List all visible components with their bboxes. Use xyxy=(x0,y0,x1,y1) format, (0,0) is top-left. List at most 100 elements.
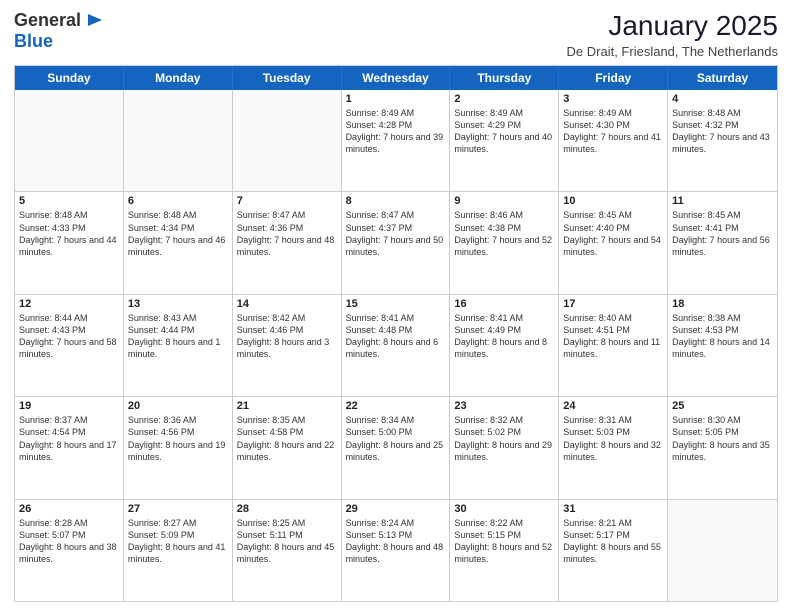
day-number: 14 xyxy=(237,298,337,310)
logo-blue-text: Blue xyxy=(14,32,106,52)
calendar-cell: 3 Sunrise: 8:49 AM Sunset: 4:30 PM Daylig… xyxy=(559,90,668,191)
week-row-5: 26 Sunrise: 8:28 AM Sunset: 5:07 PM Dayli… xyxy=(15,500,777,601)
day-number: 31 xyxy=(563,503,663,515)
calendar-cell: 21 Sunrise: 8:35 AM Sunset: 4:58 PM Dayli… xyxy=(233,397,342,498)
header-day-saturday: Saturday xyxy=(668,66,777,90)
week-row-1: 1 Sunrise: 8:49 AM Sunset: 4:28 PM Daylig… xyxy=(15,90,777,192)
cell-info: Sunrise: 8:49 AM Sunset: 4:28 PM Dayligh… xyxy=(346,107,446,156)
cell-info: Sunrise: 8:28 AM Sunset: 5:07 PM Dayligh… xyxy=(19,517,119,566)
cell-info: Sunrise: 8:47 AM Sunset: 4:37 PM Dayligh… xyxy=(346,209,446,258)
calendar-cell: 29Sunrise: 8:24 AM Sunset: 5:13 PM Dayli… xyxy=(342,500,451,601)
calendar-cell: 16 Sunrise: 8:41 AM Sunset: 4:49 PM Dayli… xyxy=(450,295,559,396)
logo: General Blue xyxy=(14,10,106,52)
cell-info: Sunrise: 8:32 AM Sunset: 5:02 PM Dayligh… xyxy=(454,414,554,463)
calendar-cell xyxy=(15,90,124,191)
calendar-cell: 18 Sunrise: 8:38 AM Sunset: 4:53 PM Dayli… xyxy=(668,295,777,396)
header-day-wednesday: Wednesday xyxy=(342,66,451,90)
calendar-cell: 2 Sunrise: 8:49 AM Sunset: 4:29 PM Daylig… xyxy=(450,90,559,191)
cell-info: Sunrise: 8:48 AM Sunset: 4:33 PM Dayligh… xyxy=(19,209,119,258)
page: General Blue January 2025 De Drait, Frie… xyxy=(0,0,792,612)
day-number: 29 xyxy=(346,503,446,515)
day-number: 23 xyxy=(454,400,554,412)
calendar-cell: 27 Sunrise: 8:27 AM Sunset: 5:09 PM Dayli… xyxy=(124,500,233,601)
logo-general-text: General xyxy=(14,11,81,31)
calendar-cell: 23 Sunrise: 8:32 AM Sunset: 5:02 PM Dayli… xyxy=(450,397,559,498)
day-number: 9 xyxy=(454,195,554,207)
day-number: 25 xyxy=(672,400,773,412)
cell-info: Sunrise: 8:48 AM Sunset: 4:32 PM Dayligh… xyxy=(672,107,773,156)
cell-info: Sunrise: 8:45 AM Sunset: 4:41 PM Dayligh… xyxy=(672,209,773,258)
calendar-cell: 28Sunrise: 8:25 AM Sunset: 5:11 PM Dayli… xyxy=(233,500,342,601)
day-number: 21 xyxy=(237,400,337,412)
calendar: SundayMondayTuesdayWednesdayThursdayFrid… xyxy=(14,65,778,602)
calendar-cell: 17 Sunrise: 8:40 AM Sunset: 4:51 PM Dayli… xyxy=(559,295,668,396)
day-number: 3 xyxy=(563,93,663,105)
calendar-cell: 6Sunrise: 8:48 AM Sunset: 4:34 PM Daylig… xyxy=(124,192,233,293)
day-number: 26 xyxy=(19,503,119,515)
cell-info: Sunrise: 8:31 AM Sunset: 5:03 PM Dayligh… xyxy=(563,414,663,463)
header-day-tuesday: Tuesday xyxy=(233,66,342,90)
cell-info: Sunrise: 8:41 AM Sunset: 4:48 PM Dayligh… xyxy=(346,312,446,361)
day-number: 4 xyxy=(672,93,773,105)
calendar-cell xyxy=(124,90,233,191)
cell-info: Sunrise: 8:38 AM Sunset: 4:53 PM Dayligh… xyxy=(672,312,773,361)
day-number: 24 xyxy=(563,400,663,412)
cell-info: Sunrise: 8:47 AM Sunset: 4:36 PM Dayligh… xyxy=(237,209,337,258)
calendar-cell: 4 Sunrise: 8:48 AM Sunset: 4:32 PM Daylig… xyxy=(668,90,777,191)
calendar-cell: 30Sunrise: 8:22 AM Sunset: 5:15 PM Dayli… xyxy=(450,500,559,601)
calendar-cell: 26 Sunrise: 8:28 AM Sunset: 5:07 PM Dayli… xyxy=(15,500,124,601)
day-number: 1 xyxy=(346,93,446,105)
location: De Drait, Friesland, The Netherlands xyxy=(567,44,778,59)
calendar-cell: 15 Sunrise: 8:41 AM Sunset: 4:48 PM Dayli… xyxy=(342,295,451,396)
cell-info: Sunrise: 8:35 AM Sunset: 4:58 PM Dayligh… xyxy=(237,414,337,463)
calendar-cell: 12Sunrise: 8:44 AM Sunset: 4:43 PM Dayli… xyxy=(15,295,124,396)
cell-info: Sunrise: 8:34 AM Sunset: 5:00 PM Dayligh… xyxy=(346,414,446,463)
day-number: 17 xyxy=(563,298,663,310)
calendar-cell: 9 Sunrise: 8:46 AM Sunset: 4:38 PM Daylig… xyxy=(450,192,559,293)
day-number: 2 xyxy=(454,93,554,105)
cell-info: Sunrise: 8:46 AM Sunset: 4:38 PM Dayligh… xyxy=(454,209,554,258)
day-number: 30 xyxy=(454,503,554,515)
cell-info: Sunrise: 8:49 AM Sunset: 4:29 PM Dayligh… xyxy=(454,107,554,156)
day-number: 27 xyxy=(128,503,228,515)
cell-info: Sunrise: 8:41 AM Sunset: 4:49 PM Dayligh… xyxy=(454,312,554,361)
cell-info: Sunrise: 8:49 AM Sunset: 4:30 PM Dayligh… xyxy=(563,107,663,156)
day-number: 22 xyxy=(346,400,446,412)
cell-info: Sunrise: 8:40 AM Sunset: 4:51 PM Dayligh… xyxy=(563,312,663,361)
week-row-3: 12Sunrise: 8:44 AM Sunset: 4:43 PM Dayli… xyxy=(15,295,777,397)
day-number: 11 xyxy=(672,195,773,207)
day-number: 20 xyxy=(128,400,228,412)
calendar-cell: 13 Sunrise: 8:43 AM Sunset: 4:44 PM Dayli… xyxy=(124,295,233,396)
day-number: 8 xyxy=(346,195,446,207)
header-day-sunday: Sunday xyxy=(15,66,124,90)
day-number: 16 xyxy=(454,298,554,310)
cell-info: Sunrise: 8:37 AM Sunset: 4:54 PM Dayligh… xyxy=(19,414,119,463)
day-number: 10 xyxy=(563,195,663,207)
calendar-cell: 1 Sunrise: 8:49 AM Sunset: 4:28 PM Daylig… xyxy=(342,90,451,191)
cell-info: Sunrise: 8:44 AM Sunset: 4:43 PM Dayligh… xyxy=(19,312,119,361)
calendar-cell: 25 Sunrise: 8:30 AM Sunset: 5:05 PM Dayli… xyxy=(668,397,777,498)
calendar-cell: 5 Sunrise: 8:48 AM Sunset: 4:33 PM Daylig… xyxy=(15,192,124,293)
calendar-cell: 11 Sunrise: 8:45 AM Sunset: 4:41 PM Dayli… xyxy=(668,192,777,293)
cell-info: Sunrise: 8:45 AM Sunset: 4:40 PM Dayligh… xyxy=(563,209,663,258)
cell-info: Sunrise: 8:43 AM Sunset: 4:44 PM Dayligh… xyxy=(128,312,228,361)
calendar-cell xyxy=(668,500,777,601)
week-row-2: 5 Sunrise: 8:48 AM Sunset: 4:33 PM Daylig… xyxy=(15,192,777,294)
day-number: 18 xyxy=(672,298,773,310)
day-number: 6 xyxy=(128,195,228,207)
header: General Blue January 2025 De Drait, Frie… xyxy=(14,10,778,59)
cell-info: Sunrise: 8:36 AM Sunset: 4:56 PM Dayligh… xyxy=(128,414,228,463)
calendar-cell: 14Sunrise: 8:42 AM Sunset: 4:46 PM Dayli… xyxy=(233,295,342,396)
day-number: 13 xyxy=(128,298,228,310)
header-day-thursday: Thursday xyxy=(450,66,559,90)
day-number: 15 xyxy=(346,298,446,310)
cell-info: Sunrise: 8:27 AM Sunset: 5:09 PM Dayligh… xyxy=(128,517,228,566)
day-number: 7 xyxy=(237,195,337,207)
title-block: January 2025 De Drait, Friesland, The Ne… xyxy=(567,10,778,59)
day-number: 19 xyxy=(19,400,119,412)
cell-info: Sunrise: 8:30 AM Sunset: 5:05 PM Dayligh… xyxy=(672,414,773,463)
day-number: 5 xyxy=(19,195,119,207)
header-day-friday: Friday xyxy=(559,66,668,90)
calendar-cell xyxy=(233,90,342,191)
calendar-header: SundayMondayTuesdayWednesdayThursdayFrid… xyxy=(15,66,777,90)
